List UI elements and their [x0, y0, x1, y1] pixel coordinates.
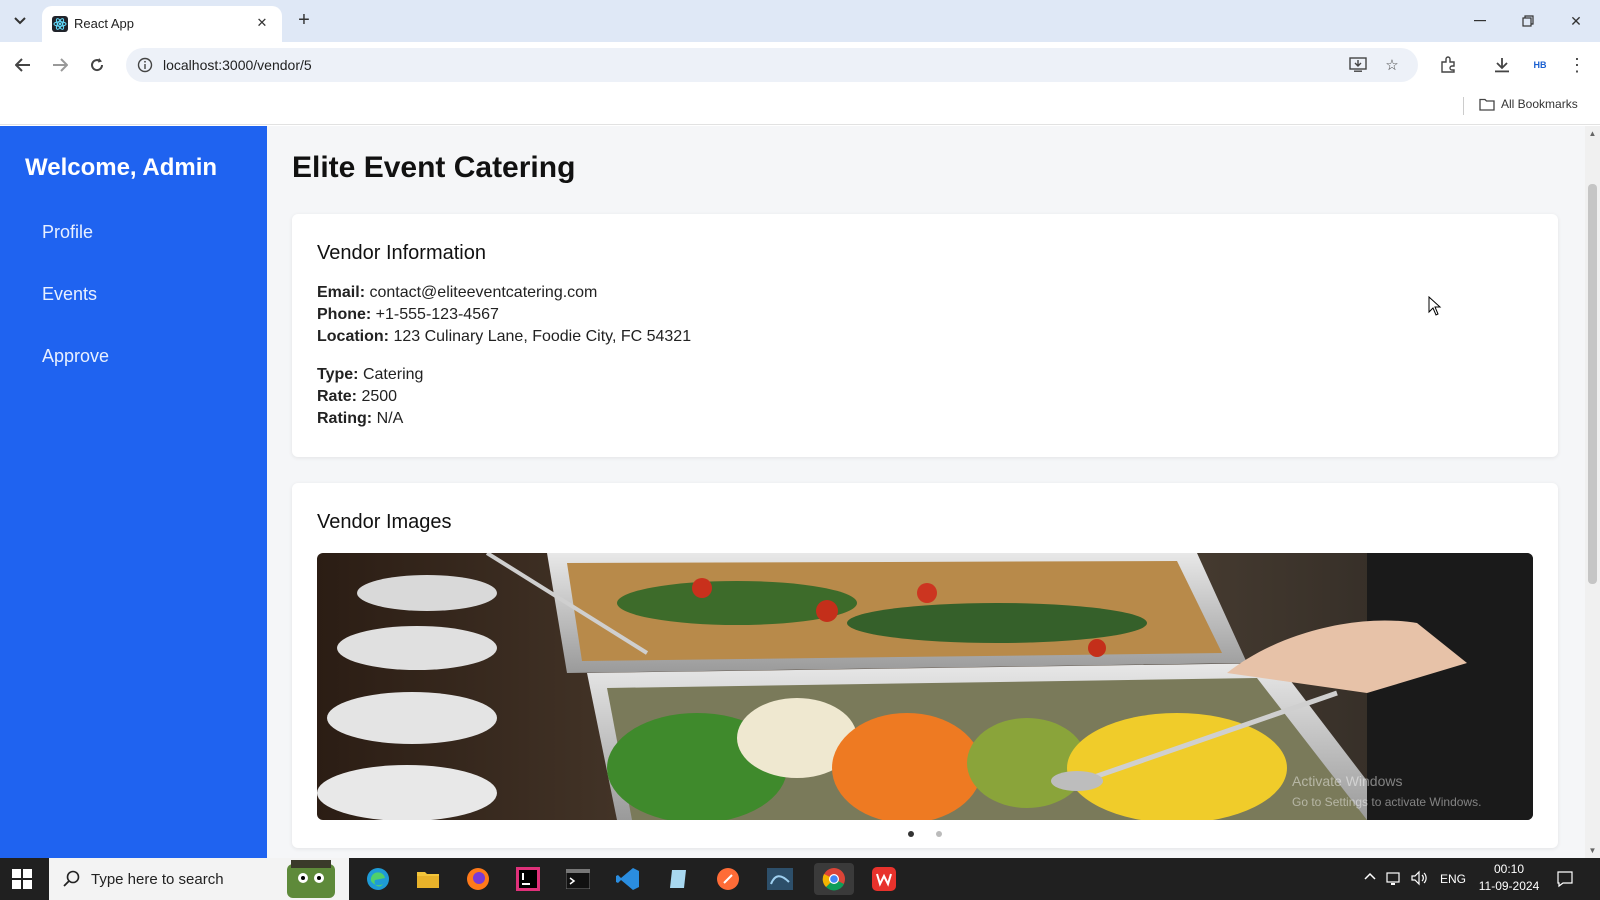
main-content: Elite Event Catering Vendor Information …: [267, 126, 1585, 858]
vscode-icon[interactable]: [608, 863, 648, 895]
menu-kebab-icon[interactable]: ⋮: [1565, 53, 1589, 77]
search-placeholder: Type here to search: [91, 871, 224, 888]
browser-tab-bar: React App ✕ + ✕: [0, 0, 1600, 42]
tab-search-chevron-icon[interactable]: [8, 9, 32, 33]
site-info-icon[interactable]: [136, 56, 154, 74]
page-title: Elite Event Catering: [292, 151, 576, 184]
page-scrollbar[interactable]: ▲ ▼: [1585, 126, 1600, 858]
location-row: Location: 123 Culinary Lane, Foodie City…: [317, 328, 691, 346]
install-app-icon[interactable]: [1348, 55, 1368, 75]
type-value: Catering: [362, 366, 424, 383]
url-text[interactable]: localhost:3000/vendor/5: [163, 57, 312, 73]
phone-row: Phone: +1-555-123-4567: [317, 306, 499, 324]
vendor-information-card: Vendor Information Email: contact@elitee…: [292, 214, 1558, 457]
clock-date: 11-09-2024: [1478, 879, 1540, 893]
tab-title: React App: [74, 16, 134, 31]
sidebar-item-approve[interactable]: Approve: [42, 346, 109, 367]
vendor-images-heading: Vendor Images: [317, 511, 452, 533]
carousel-dot-1[interactable]: [908, 831, 914, 837]
rate-value: 2500: [361, 388, 398, 405]
activate-windows-title: Activate Windows: [1292, 773, 1403, 789]
all-bookmarks-label: All Bookmarks: [1501, 97, 1578, 111]
rating-label: Rating:: [317, 410, 373, 427]
windows-taskbar: Type here to search ENG 00:10 11-09-2024: [0, 858, 1600, 900]
sidebar-item-profile[interactable]: Profile: [42, 222, 93, 243]
network-icon[interactable]: [1386, 870, 1402, 889]
browser-tab-active[interactable]: React App ✕: [42, 6, 282, 42]
profile-avatar-icon[interactable]: HB: [1528, 53, 1552, 77]
reload-icon[interactable]: [85, 53, 109, 77]
scroll-up-arrow-icon[interactable]: ▲: [1588, 129, 1597, 138]
react-favicon-icon: [52, 16, 68, 32]
bookmarks-divider: [1463, 97, 1464, 115]
forward-arrow-icon[interactable]: [48, 53, 72, 77]
phone-value: +1-555-123-4567: [375, 306, 499, 323]
edge-icon[interactable]: [358, 863, 398, 895]
back-arrow-icon[interactable]: [11, 53, 35, 77]
scroll-down-arrow-icon[interactable]: ▼: [1588, 846, 1597, 855]
carousel-dot-2[interactable]: [936, 831, 942, 837]
browser-toolbar: localhost:3000/vendor/5 ☆ HB ⋮: [0, 42, 1600, 88]
type-label: Type:: [317, 366, 359, 383]
location-label: Location:: [317, 328, 389, 345]
volume-icon[interactable]: [1410, 870, 1428, 889]
welcome-heading: Welcome, Admin: [25, 154, 218, 181]
location-value: 123 Culinary Lane, Foodie City, FC 54321: [393, 328, 692, 345]
wps-office-icon[interactable]: [864, 863, 904, 895]
sidebar: Welcome, Admin Profile Events Approve: [0, 126, 267, 858]
tray-overflow-chevron-icon[interactable]: [1364, 869, 1376, 883]
language-indicator[interactable]: ENG: [1440, 872, 1466, 886]
tab-close-icon[interactable]: ✕: [252, 13, 272, 33]
close-window-icon[interactable]: ✕: [1564, 9, 1588, 33]
email-label: Email:: [317, 284, 366, 301]
clock-time: 00:10: [1493, 862, 1525, 876]
firefox-icon[interactable]: [458, 863, 498, 895]
bookmark-star-icon[interactable]: ☆: [1382, 55, 1402, 75]
mysql-workbench-icon[interactable]: [760, 863, 800, 895]
scrollbar-thumb[interactable]: [1588, 184, 1597, 584]
restore-icon[interactable]: [1516, 9, 1540, 33]
folder-icon: [1479, 98, 1495, 111]
new-tab-plus-icon[interactable]: +: [292, 9, 316, 33]
minimize-icon[interactable]: [1468, 9, 1492, 33]
extensions-icon[interactable]: [1436, 53, 1460, 77]
rate-label: Rate:: [317, 388, 358, 405]
type-row: Type: Catering: [317, 366, 423, 384]
notifications-icon[interactable]: [1556, 870, 1574, 891]
search-highlight-art-icon: [287, 860, 335, 898]
rating-row: Rating: N/A: [317, 410, 403, 428]
windows-start-icon[interactable]: [12, 869, 32, 889]
rating-value: N/A: [376, 410, 404, 427]
vendor-information-heading: Vendor Information: [317, 242, 486, 264]
phone-label: Phone:: [317, 306, 372, 323]
terminal-icon[interactable]: [558, 863, 598, 895]
file-explorer-icon[interactable]: [408, 863, 448, 895]
taskbar-search-box[interactable]: Type here to search: [49, 858, 349, 900]
bookmarks-bar: All Bookmarks: [0, 88, 1600, 125]
rate-row: Rate: 2500: [317, 388, 397, 406]
email-row: Email: contact@eliteeventcatering.com: [317, 284, 597, 302]
taskbar-clock[interactable]: 00:10 11-09-2024: [1474, 861, 1544, 895]
download-icon[interactable]: [1490, 53, 1514, 77]
carousel-pagination: [292, 831, 1558, 837]
search-icon: [63, 870, 80, 887]
intellij-icon[interactable]: [508, 863, 548, 895]
address-bar[interactable]: localhost:3000/vendor/5 ☆: [126, 48, 1418, 82]
activate-windows-subtitle: Go to Settings to activate Windows.: [1292, 795, 1482, 809]
chrome-icon[interactable]: [814, 863, 854, 895]
vendor-images-card: Vendor Images Activate Windows Go to Set…: [292, 483, 1558, 848]
mouse-cursor-icon: [1428, 296, 1442, 316]
email-value: contact@eliteeventcatering.com: [369, 284, 598, 301]
all-bookmarks-button[interactable]: All Bookmarks: [1479, 97, 1578, 111]
notes-app-icon[interactable]: [658, 863, 698, 895]
sidebar-item-events[interactable]: Events: [42, 284, 97, 305]
postman-icon[interactable]: [708, 863, 748, 895]
